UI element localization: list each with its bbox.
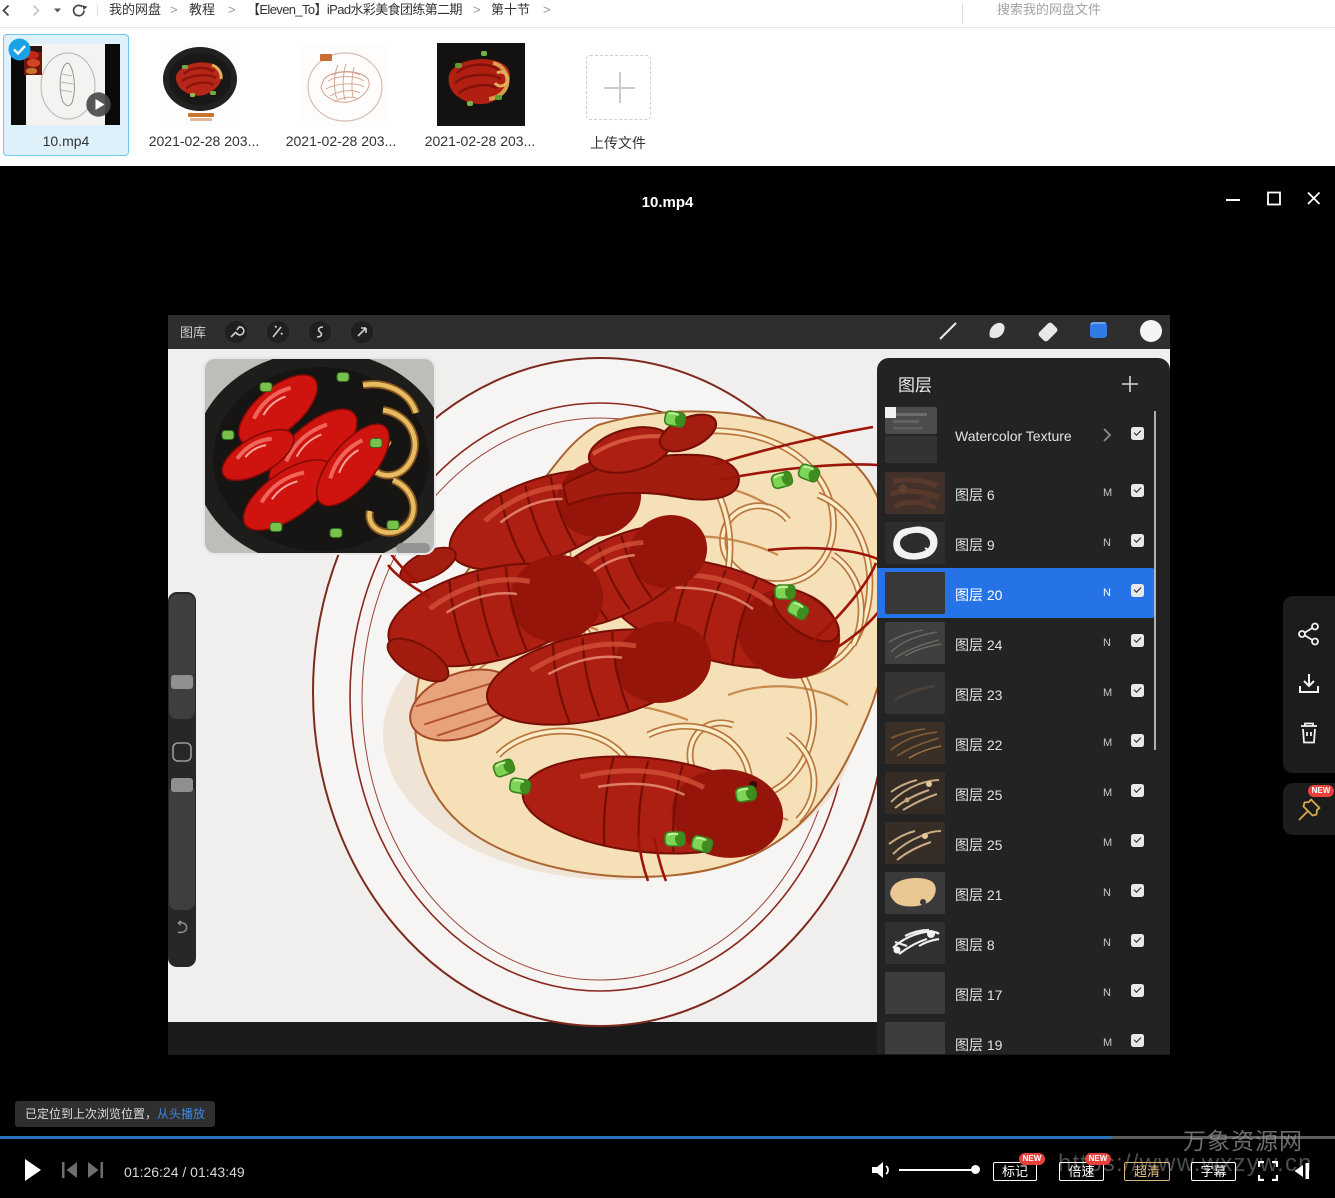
svg-text:图库: 图库	[180, 325, 206, 340]
